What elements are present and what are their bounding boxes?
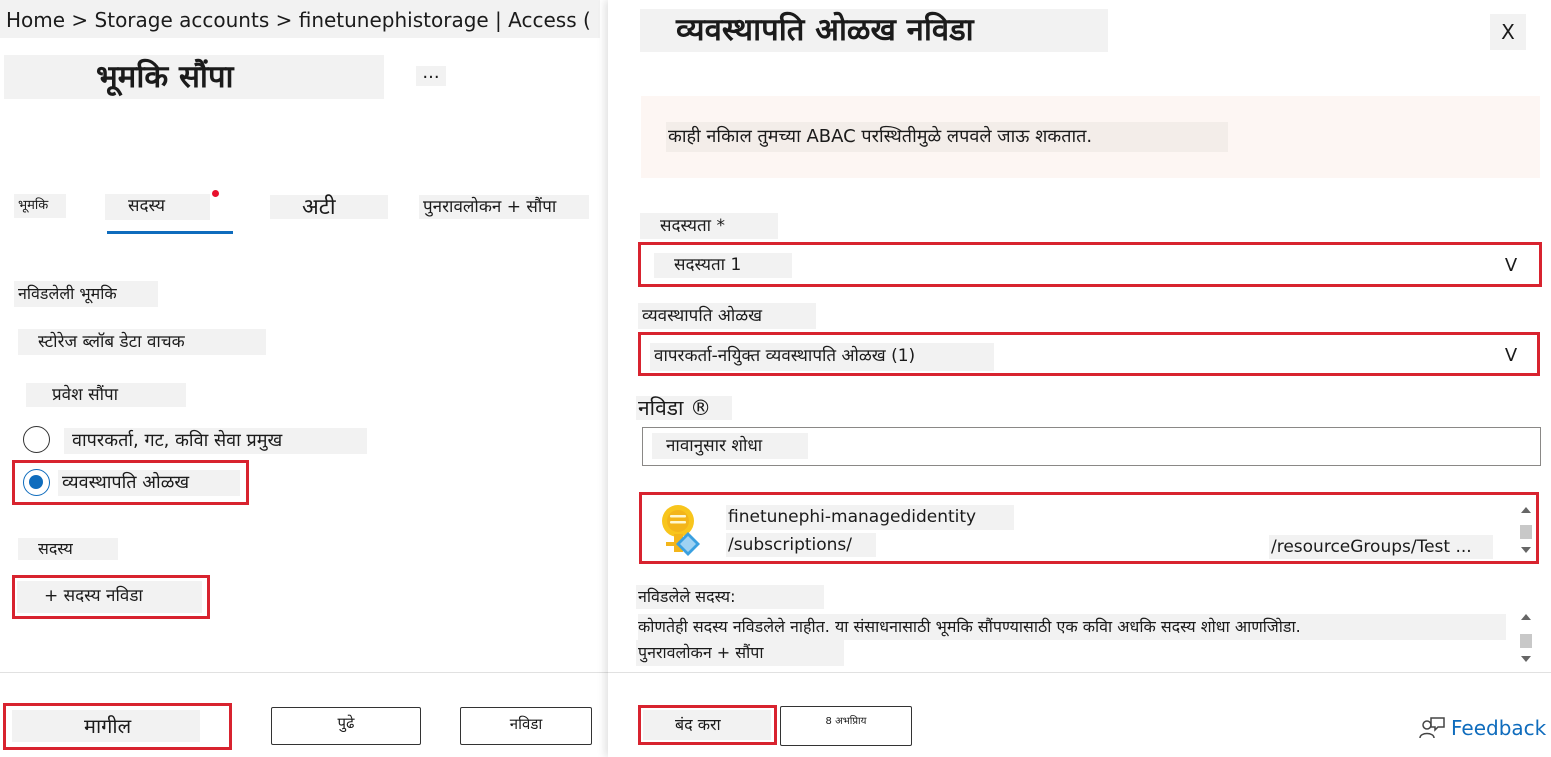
select-button[interactable]: नविडा xyxy=(460,707,592,745)
feedback-label[interactable]: Feedback xyxy=(1451,712,1546,744)
assign-access-label: प्रवेश सौंपा xyxy=(26,383,186,407)
required-dot-indicator xyxy=(212,190,219,197)
result-list-scrollbar[interactable] xyxy=(1518,505,1534,557)
close-icon[interactable]: X xyxy=(1490,14,1526,50)
chevron-down-icon[interactable]: V xyxy=(1500,253,1522,279)
select-members-button[interactable]: + सदस्य नविडा xyxy=(17,581,202,613)
scroll-thumb[interactable] xyxy=(1520,525,1532,539)
tab-role[interactable]: भूमकि xyxy=(14,194,66,218)
scroll-down-icon[interactable] xyxy=(1521,547,1531,553)
abac-warning-text: काही नकािल तुमच्या ABAC परस्थितीमुळे लपव… xyxy=(666,122,1228,152)
result-identity-path: /subscriptions/ xyxy=(726,533,876,557)
breadcrumb[interactable]: Home > Storage accounts > finetunephisto… xyxy=(0,0,600,38)
subscription-label: सदस्यता * xyxy=(640,213,778,239)
back-button[interactable]: मागील xyxy=(12,710,200,742)
subscription-value[interactable]: सदस्यता 1 xyxy=(654,253,792,278)
select-label: नविडा ® xyxy=(636,396,732,420)
managed-identity-value[interactable]: वापरकर्ता-नयिुक्त व्यवस्थापति ओळख (1) xyxy=(650,343,994,371)
pane-title: व्यवस्थापति ओळख नविडा xyxy=(640,9,1108,52)
scroll-up-icon[interactable] xyxy=(1521,507,1531,513)
scroll-down-icon[interactable] xyxy=(1521,656,1531,662)
radio-managed-identity[interactable] xyxy=(23,469,50,496)
tab-review-assign[interactable]: पुनरावलोकन + सौंपा xyxy=(419,195,589,219)
feedback-person-icon xyxy=(1419,717,1445,739)
feedback-button[interactable]: 8 अभप्रािय xyxy=(780,706,912,746)
selected-members-scrollbar[interactable] xyxy=(1518,612,1534,666)
footer-divider xyxy=(0,672,608,673)
key-identity-icon xyxy=(662,505,700,556)
result-identity-name[interactable]: finetunephi-managedidentity xyxy=(726,505,1014,530)
tab-members[interactable]: सदस्य xyxy=(105,194,210,220)
active-tab-underline xyxy=(107,231,233,234)
next-button[interactable]: पुढे xyxy=(271,707,421,745)
page-title: भूमकि सौंपा xyxy=(4,55,384,99)
radio-managed-identity-label[interactable]: व्यवस्थापति ओळख xyxy=(58,470,240,496)
more-options-button[interactable]: ... xyxy=(416,64,446,86)
radio-user-group-label[interactable]: वापरकर्ता, गट, कवि‍ा सेवा प्रमुख xyxy=(64,428,367,454)
result-identity-resource-group: /resourceGroups/Test ... xyxy=(1269,535,1493,559)
search-by-name-input[interactable] xyxy=(642,427,1541,466)
scroll-up-icon[interactable] xyxy=(1521,614,1531,620)
managed-identity-label: व्यवस्थापति ओळख xyxy=(638,303,816,329)
no-members-text: कोणतेही सदस्य नविडलेले नाहीत. या संसाधना… xyxy=(638,614,1506,640)
selected-role-value: स्टोरेज ब्लॉब डेटा वाचक xyxy=(18,329,266,355)
radio-user-group-service-principal[interactable] xyxy=(23,426,50,453)
members-label: सदस्य xyxy=(18,538,118,560)
close-button[interactable]: बंद करा xyxy=(643,710,771,740)
chevron-down-icon[interactable]: V xyxy=(1500,343,1522,369)
tab-conditions[interactable]: अटी xyxy=(270,195,388,220)
scroll-thumb[interactable] xyxy=(1520,634,1532,648)
feedback-link[interactable]: Feedback xyxy=(1416,712,1546,744)
selected-role-label: नविडलेली भूमकि xyxy=(14,281,158,307)
selected-members-label: नविडलेले सदस्य: xyxy=(636,585,824,609)
review-assign-text: पुनरावलोकन + सौंपा xyxy=(636,640,844,666)
pane-footer-divider xyxy=(608,672,1551,673)
